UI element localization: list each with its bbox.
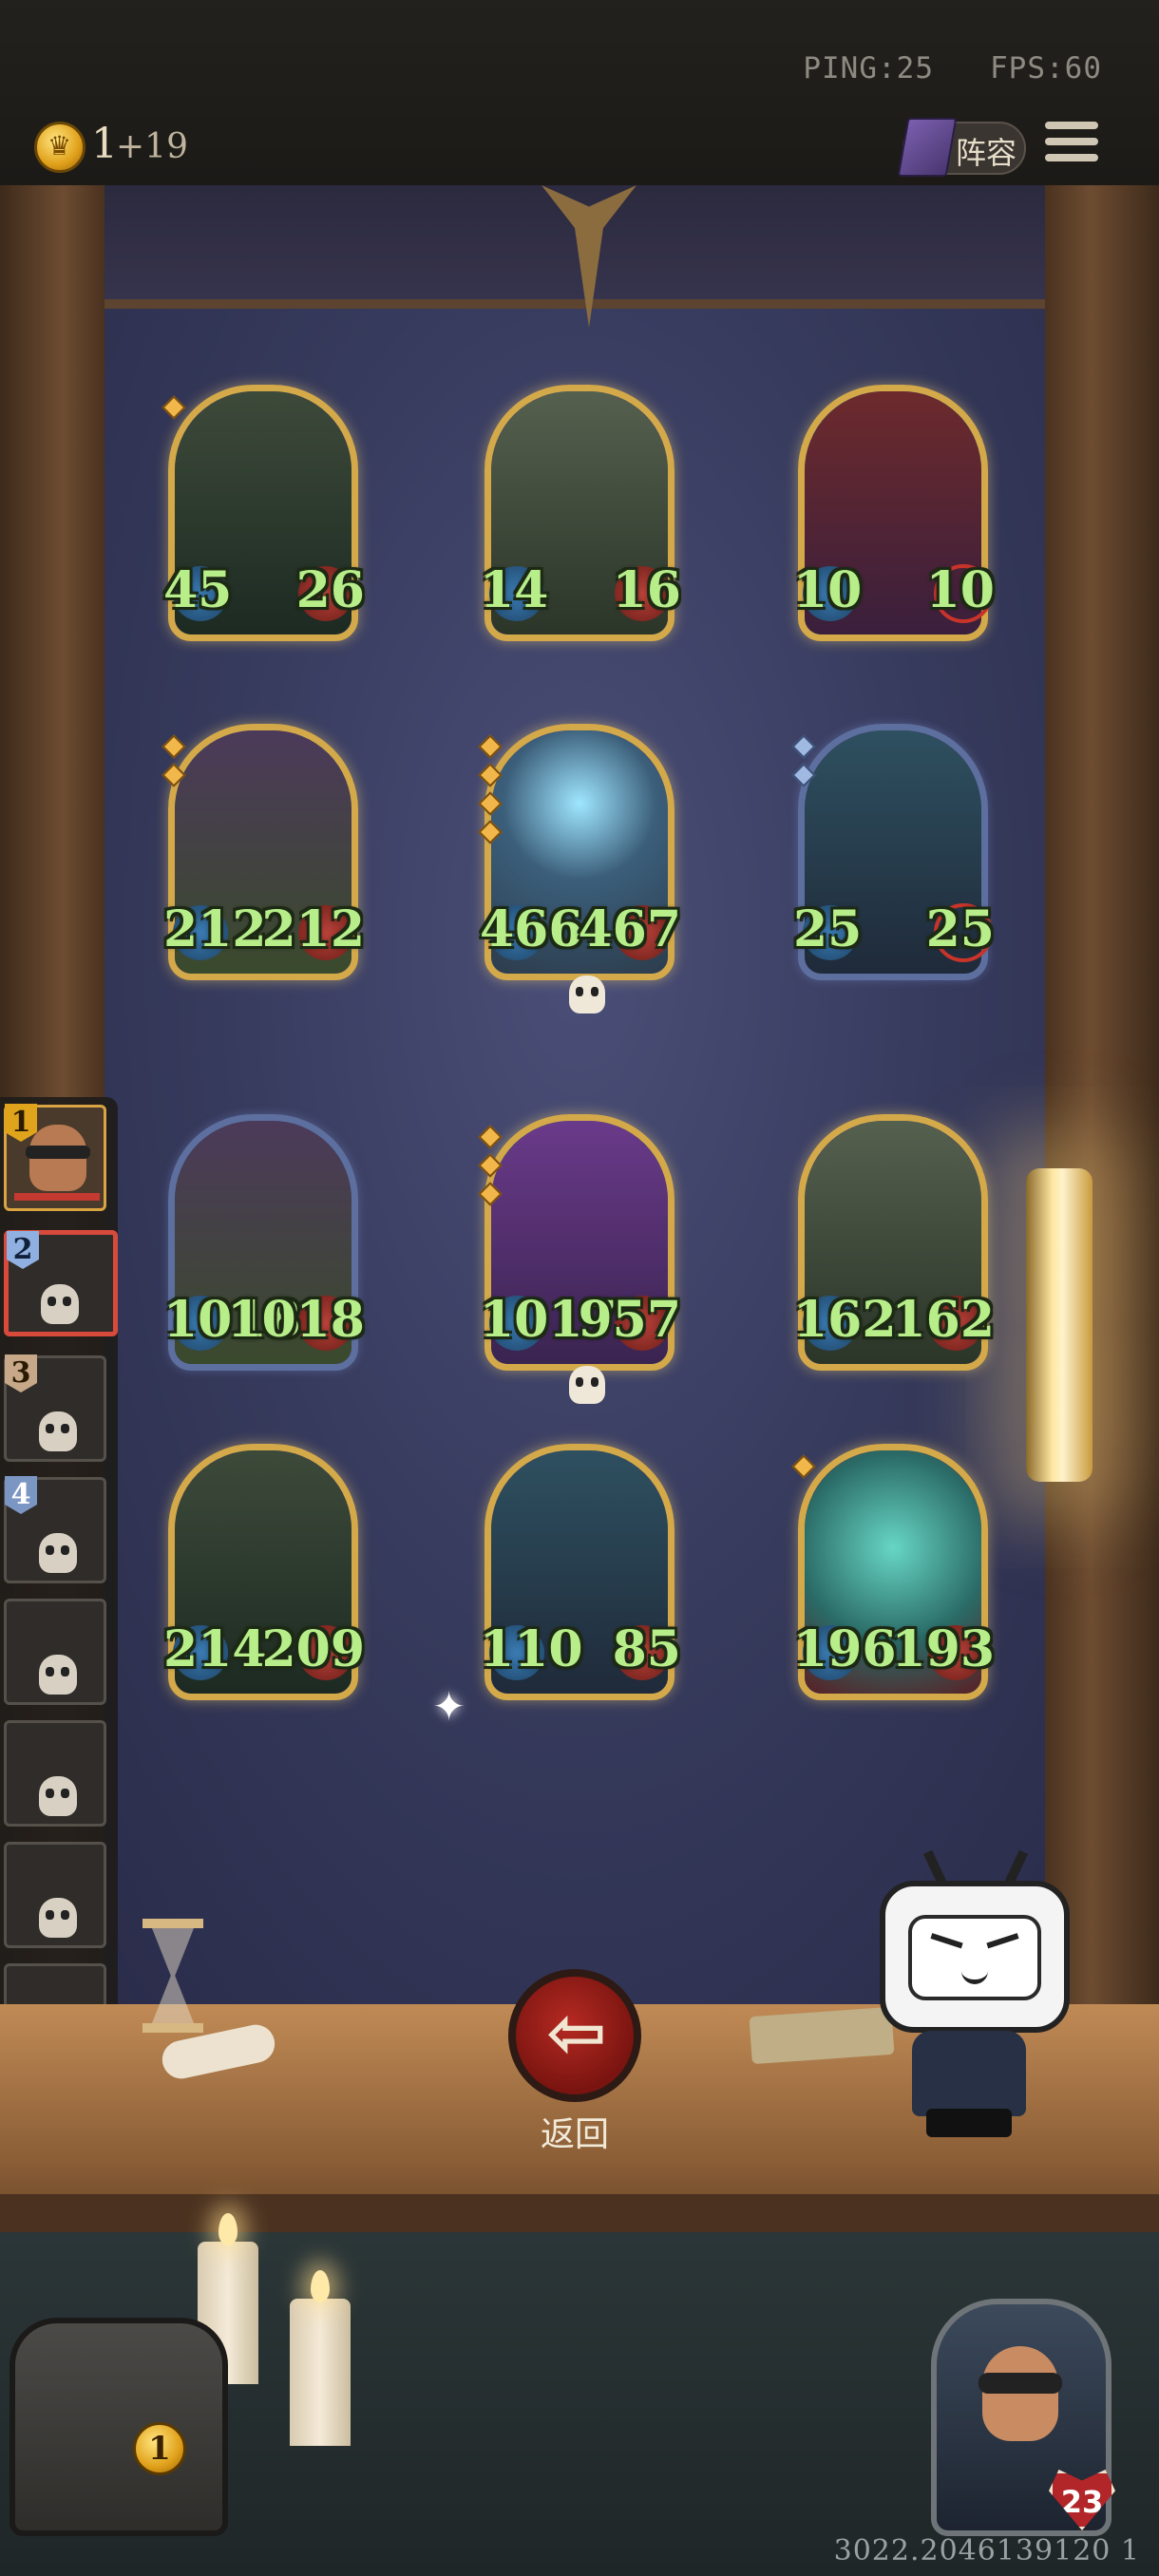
rank-badge: 2 — [7, 1231, 39, 1269]
skull-icon — [39, 1898, 77, 1938]
network-stats: PING:25 FPS:60 — [803, 51, 1102, 85]
opponent-slot[interactable]: 3 — [4, 1354, 106, 1462]
opponent-sidebar: 1 2 3 4 — [0, 1097, 118, 2090]
attack-value: 14 — [480, 561, 549, 619]
candle — [290, 2299, 351, 2446]
opponent-slot[interactable]: 4 — [4, 1476, 106, 1583]
health-value: 10 — [925, 561, 995, 619]
back-arrow-icon: ⇦ — [546, 1990, 607, 2074]
health-value: 467 — [578, 900, 681, 958]
attack-value: 162 — [793, 1291, 897, 1349]
lineup-label: 阵容 — [956, 135, 1017, 171]
minion-card[interactable]: 10 10 — [793, 385, 995, 641]
gold-count: 1 — [91, 120, 118, 168]
attack-value: 214 — [163, 1620, 267, 1678]
attack-value: 466 — [480, 900, 583, 958]
health-value: 209 — [261, 1620, 365, 1678]
minion-card[interactable]: 162 162 — [793, 1114, 995, 1371]
health-value: 25 — [925, 900, 995, 958]
minion-card[interactable]: 214 209 — [163, 1444, 365, 1700]
minion-card[interactable]: 466 467 — [478, 724, 681, 1013]
mascot-legs — [926, 2109, 1012, 2137]
minion-card[interactable]: 14 16 — [480, 385, 681, 641]
table-edge — [0, 2194, 1159, 2232]
crown-icon: ♛ — [48, 130, 72, 161]
health-value: 957 — [578, 1291, 681, 1349]
opponent-slot[interactable]: 2 — [4, 1230, 118, 1336]
health-value: 26 — [295, 561, 365, 619]
minion-card[interactable]: 1018 1018 — [163, 1114, 365, 1371]
hamburger-menu-icon[interactable] — [1045, 122, 1098, 173]
health-value: 85 — [612, 1620, 681, 1678]
minion-card[interactable]: 196 193 — [791, 1444, 995, 1700]
sparkle-icon: ✦ — [432, 1683, 466, 1730]
right-pillar — [1045, 185, 1159, 2085]
hourglass-icon — [142, 1919, 203, 2033]
attack-value: 45 — [163, 561, 233, 619]
opponent-slot[interactable] — [4, 1842, 106, 1948]
minion-card[interactable]: 110 85 — [480, 1444, 681, 1700]
health-value: 162 — [891, 1291, 995, 1349]
attack-value: 110 — [480, 1620, 583, 1678]
gold-income: +19 — [116, 127, 188, 166]
mask-icon — [26, 1146, 90, 1159]
health-bar — [14, 1193, 100, 1201]
minion-card[interactable]: 1017 957 — [478, 1114, 681, 1404]
mask-icon — [978, 2373, 1062, 2394]
mascot-face — [908, 1915, 1041, 2000]
opponent-slot[interactable] — [4, 1599, 106, 1705]
treasure-chest[interactable] — [10, 2318, 228, 2536]
back-label: 返回 — [540, 2115, 609, 2154]
health-value: 193 — [891, 1620, 995, 1678]
skull-icon — [39, 1776, 77, 1816]
opponent-slot[interactable] — [4, 1720, 106, 1827]
attack-value: 10 — [793, 561, 863, 619]
candle-flame — [311, 2270, 330, 2302]
skull-icon — [39, 1411, 77, 1451]
attack-value: 25 — [793, 900, 863, 958]
rank-badge: 1 — [5, 1104, 37, 1142]
rank-badge: 4 — [5, 1476, 37, 1514]
book-icon — [749, 2006, 895, 2065]
minion-card[interactable]: 25 25 — [791, 724, 995, 980]
opponent-slot[interactable]: 1 — [4, 1104, 106, 1211]
ping-label: PING:25 — [803, 51, 935, 85]
health-value: 1018 — [227, 1291, 365, 1349]
skull-icon — [569, 975, 605, 1013]
attack-value: 196 — [793, 1620, 897, 1678]
health-value: 16 — [612, 561, 681, 619]
wall-lamp — [1026, 1168, 1092, 1482]
skull-icon — [39, 1655, 77, 1695]
attack-value: 212 — [163, 900, 267, 958]
minion-card[interactable]: 45 26 — [162, 385, 365, 641]
mascot-body — [912, 2031, 1026, 2116]
skull-icon — [569, 1366, 605, 1404]
fps-label: FPS:60 — [990, 51, 1102, 85]
skull-icon — [39, 1533, 77, 1573]
hero-face — [982, 2346, 1058, 2441]
build-version: 3022.2046139120 1 — [833, 2534, 1140, 2567]
skull-icon — [41, 1284, 79, 1324]
health-value: 212 — [261, 900, 365, 958]
chest-count-badge: 1 — [133, 2422, 186, 2475]
minion-card[interactable]: 212 212 — [162, 724, 365, 980]
lineup-book-icon — [897, 118, 958, 177]
rank-badge: 3 — [5, 1354, 37, 1392]
candle-flame — [218, 2213, 238, 2245]
